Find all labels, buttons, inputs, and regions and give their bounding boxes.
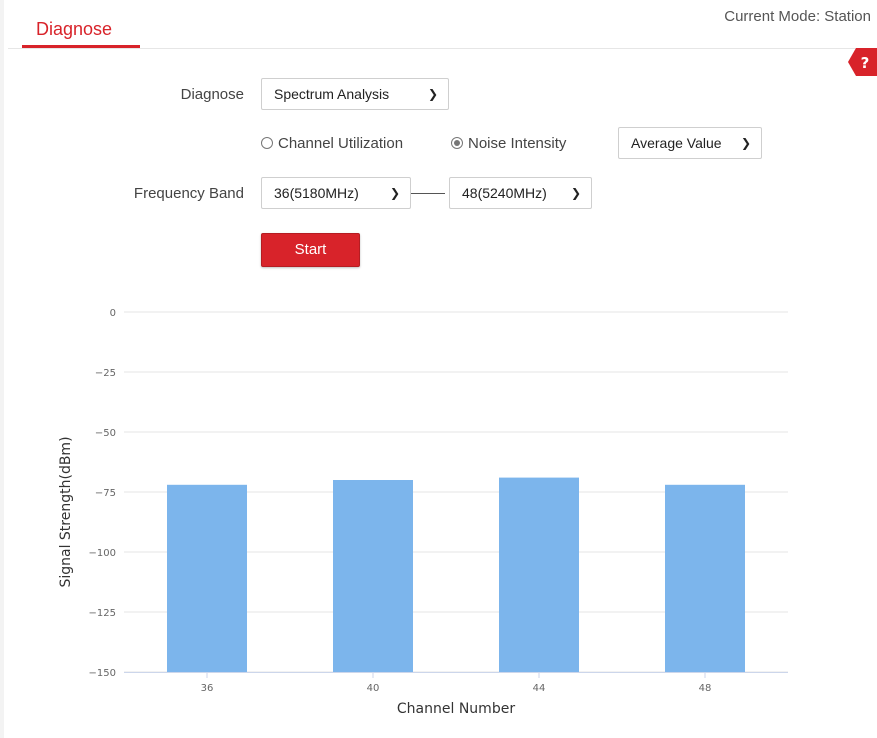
x-tick-label: 44	[533, 683, 546, 694]
svg-text:?: ?	[861, 54, 870, 72]
bar	[333, 480, 413, 672]
y-tick-label: 0	[110, 308, 116, 319]
stat-type-select[interactable]: Average Value ❯	[618, 127, 762, 159]
bar	[665, 484, 745, 672]
chevron-down-icon: ❯	[570, 186, 581, 200]
range-separator	[411, 193, 445, 194]
x-tick-label: 40	[367, 683, 380, 694]
y-tick-label: −25	[95, 368, 116, 379]
freq-from-select-value: 36(5180MHz)	[274, 185, 359, 201]
y-tick-label: −125	[89, 608, 116, 619]
stat-type-select-value: Average Value	[631, 135, 722, 151]
tab-diagnose-label: Diagnose	[36, 19, 113, 39]
radio-noise-intensity[interactable]: Noise Intensity	[451, 135, 566, 152]
y-tick-label: −150	[89, 668, 116, 679]
x-axis-title: Channel Number	[397, 701, 515, 717]
frequency-band-label: Frequency Band	[133, 185, 244, 202]
freq-to-select-value: 48(5240MHz)	[462, 185, 547, 201]
radio-channel-utilization[interactable]: Channel Utilization	[261, 135, 403, 152]
y-tick-label: −50	[95, 428, 116, 439]
diagnose-select-value: Spectrum Analysis	[274, 86, 390, 102]
radio-noise-intensity-label: Noise Intensity	[468, 135, 567, 152]
x-tick-label: 36	[201, 683, 214, 694]
diagnose-select[interactable]: Spectrum Analysis ❯	[261, 78, 449, 110]
chevron-down-icon: ❯	[740, 136, 751, 150]
start-button[interactable]: Start	[261, 233, 360, 267]
radio-channel-utilization-label: Channel Utilization	[278, 135, 404, 152]
current-mode-text: Current Mode: Station	[724, 8, 871, 25]
x-tick-label: 48	[699, 683, 712, 694]
radio-unchecked-icon	[261, 137, 273, 149]
help-icon[interactable]: ?	[848, 48, 877, 76]
diagnose-label: Diagnose	[180, 86, 244, 103]
chevron-down-icon: ❯	[427, 87, 438, 101]
chevron-down-icon: ❯	[389, 186, 400, 200]
y-tick-label: −100	[89, 548, 116, 559]
radio-checked-icon	[451, 137, 463, 149]
tab-diagnose[interactable]: Diagnose	[22, 16, 142, 48]
tab-bar: Diagnose Current Mode: Station	[8, 0, 877, 49]
signal-strength-chart: 0 −25 −50 −75 −100 −125 −150 36 40 44 48 Channel Nu…	[58, 308, 788, 717]
bar	[167, 484, 247, 672]
freq-from-select[interactable]: 36(5180MHz) ❯	[261, 177, 411, 209]
y-axis-title: Signal Strength(dBm)	[58, 436, 74, 587]
freq-to-select[interactable]: 48(5240MHz) ❯	[449, 177, 592, 209]
y-tick-label: −75	[95, 488, 116, 499]
active-tab-indicator	[22, 45, 140, 48]
bar	[499, 477, 579, 672]
